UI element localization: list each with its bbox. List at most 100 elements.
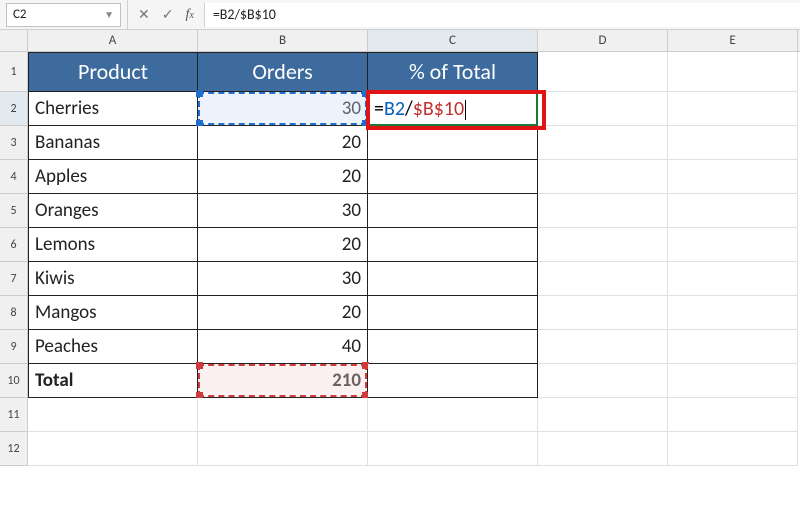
cell-A9[interactable]: Peaches bbox=[28, 330, 198, 364]
cell-D11[interactable] bbox=[538, 398, 668, 432]
cell-E12[interactable] bbox=[668, 432, 798, 466]
cell-B5[interactable]: 30 bbox=[198, 194, 368, 228]
cancel-icon[interactable]: ✕ bbox=[138, 6, 150, 23]
name-box[interactable]: C2 ▼ bbox=[6, 3, 121, 27]
cell-A1[interactable]: Product bbox=[28, 52, 198, 92]
confirm-icon[interactable]: ✓ bbox=[162, 6, 174, 23]
row-header-8[interactable]: 8 bbox=[0, 296, 28, 330]
cell-E8[interactable] bbox=[668, 296, 798, 330]
cell-E10[interactable] bbox=[668, 364, 798, 398]
col-header-d[interactable]: D bbox=[538, 30, 668, 51]
row-5: 5 Oranges 30 bbox=[0, 194, 800, 228]
row-3: 3 Bananas 20 bbox=[0, 126, 800, 160]
cell-A7[interactable]: Kiwis bbox=[28, 262, 198, 296]
row-header-11[interactable]: 11 bbox=[0, 398, 28, 432]
cell-D7[interactable] bbox=[538, 262, 668, 296]
cell-C8[interactable] bbox=[368, 296, 538, 330]
row-header-2[interactable]: 2 bbox=[0, 92, 28, 126]
row-11: 11 bbox=[0, 398, 800, 432]
row-4: 4 Apples 20 bbox=[0, 160, 800, 194]
formula-ref2: $B$10 bbox=[413, 97, 464, 121]
cell-C7[interactable] bbox=[368, 262, 538, 296]
row-header-12[interactable]: 12 bbox=[0, 432, 28, 466]
cell-B2-value: 30 bbox=[342, 97, 361, 120]
cell-E11[interactable] bbox=[668, 398, 798, 432]
cell-B11[interactable] bbox=[198, 398, 368, 432]
col-header-c[interactable]: C bbox=[368, 30, 538, 51]
row-header-5[interactable]: 5 bbox=[0, 194, 28, 228]
cell-A12[interactable] bbox=[28, 432, 198, 466]
fx-icon[interactable]: fx bbox=[185, 7, 193, 23]
name-box-value: C2 bbox=[13, 7, 27, 22]
cell-A10[interactable]: Total bbox=[28, 364, 198, 398]
col-header-e[interactable]: E bbox=[668, 30, 798, 51]
row-header-4[interactable]: 4 bbox=[0, 160, 28, 194]
cell-C10[interactable] bbox=[368, 364, 538, 398]
cell-A5[interactable]: Oranges bbox=[28, 194, 198, 228]
row-6: 6 Lemons 20 bbox=[0, 228, 800, 262]
cell-C2[interactable]: =B2/$B$10 bbox=[368, 92, 538, 126]
formula-input[interactable]: =B2/$B$10 bbox=[204, 3, 800, 27]
row-9: 9 Peaches 40 bbox=[0, 330, 800, 364]
cell-D4[interactable] bbox=[538, 160, 668, 194]
column-headers-row: A B C D E bbox=[0, 30, 800, 52]
row-header-6[interactable]: 6 bbox=[0, 228, 28, 262]
cell-B12[interactable] bbox=[198, 432, 368, 466]
cell-D6[interactable] bbox=[538, 228, 668, 262]
row-header-10[interactable]: 10 bbox=[0, 364, 28, 398]
cell-D9[interactable] bbox=[538, 330, 668, 364]
select-all-corner[interactable] bbox=[0, 30, 28, 51]
row-2: 2 Cherries 30 =B2/$B$10 bbox=[0, 92, 800, 126]
cell-A2[interactable]: Cherries bbox=[28, 92, 198, 126]
cell-C9[interactable] bbox=[368, 330, 538, 364]
cell-D3[interactable] bbox=[538, 126, 668, 160]
cell-E2[interactable] bbox=[668, 92, 798, 126]
cell-B10-value: 210 bbox=[332, 369, 361, 392]
chevron-down-icon[interactable]: ▼ bbox=[104, 8, 114, 21]
row-12: 12 bbox=[0, 432, 800, 466]
cell-B6[interactable]: 20 bbox=[198, 228, 368, 262]
cell-C1[interactable]: % of Total bbox=[368, 52, 538, 92]
cell-E7[interactable] bbox=[668, 262, 798, 296]
row-header-7[interactable]: 7 bbox=[0, 262, 28, 296]
cell-D1[interactable] bbox=[538, 52, 668, 92]
cell-C11[interactable] bbox=[368, 398, 538, 432]
cell-B10[interactable]: 210 bbox=[198, 364, 368, 398]
cell-C3[interactable] bbox=[368, 126, 538, 160]
cell-E6[interactable] bbox=[668, 228, 798, 262]
cell-D12[interactable] bbox=[538, 432, 668, 466]
row-header-3[interactable]: 3 bbox=[0, 126, 28, 160]
col-header-a[interactable]: A bbox=[28, 30, 198, 51]
cell-D8[interactable] bbox=[538, 296, 668, 330]
row-header-9[interactable]: 9 bbox=[0, 330, 28, 364]
col-header-b[interactable]: B bbox=[198, 30, 368, 51]
cell-A11[interactable] bbox=[28, 398, 198, 432]
row-header-1[interactable]: 1 bbox=[0, 52, 28, 92]
cell-A6[interactable]: Lemons bbox=[28, 228, 198, 262]
cell-B1[interactable]: Orders bbox=[198, 52, 368, 92]
cell-E3[interactable] bbox=[668, 126, 798, 160]
cell-B3[interactable]: 20 bbox=[198, 126, 368, 160]
cell-A3[interactable]: Bananas bbox=[28, 126, 198, 160]
cell-B2[interactable]: 30 bbox=[198, 92, 368, 126]
cell-E9[interactable] bbox=[668, 330, 798, 364]
cell-E4[interactable] bbox=[668, 160, 798, 194]
cell-B7[interactable]: 30 bbox=[198, 262, 368, 296]
cell-C12[interactable] bbox=[368, 432, 538, 466]
cell-A8[interactable]: Mangos bbox=[28, 296, 198, 330]
cell-A4[interactable]: Apples bbox=[28, 160, 198, 194]
cell-C4[interactable] bbox=[368, 160, 538, 194]
row-7: 7 Kiwis 30 bbox=[0, 262, 800, 296]
cell-D10[interactable] bbox=[538, 364, 668, 398]
row-8: 8 Mangos 20 bbox=[0, 296, 800, 330]
cell-D5[interactable] bbox=[538, 194, 668, 228]
cell-B8[interactable]: 20 bbox=[198, 296, 368, 330]
cell-C5[interactable] bbox=[368, 194, 538, 228]
cell-E5[interactable] bbox=[668, 194, 798, 228]
cell-B4[interactable]: 20 bbox=[198, 160, 368, 194]
cell-E1[interactable] bbox=[668, 52, 798, 92]
cell-D2[interactable] bbox=[538, 92, 668, 126]
cell-C6[interactable] bbox=[368, 228, 538, 262]
cell-edit-text: =B2/$B$10 bbox=[374, 97, 466, 121]
cell-B9[interactable]: 40 bbox=[198, 330, 368, 364]
